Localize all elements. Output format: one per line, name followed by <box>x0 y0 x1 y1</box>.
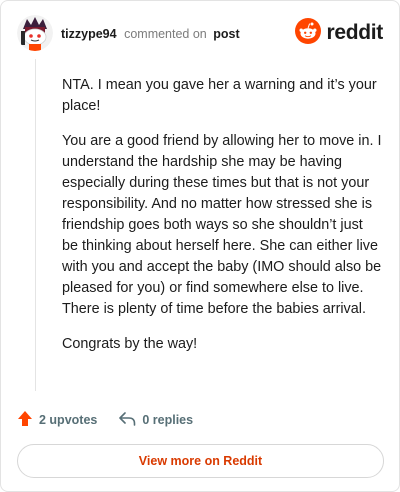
username-link[interactable]: tizzype94 <box>61 27 117 41</box>
reply-button[interactable]: 0 replies <box>119 411 194 429</box>
upvote-button[interactable]: 2 upvotes <box>17 410 97 430</box>
reddit-logo-icon <box>295 17 322 49</box>
comment-card: tizzype94 commented on post reddit NTA. … <box>0 0 400 492</box>
reply-arrow-icon <box>119 411 142 429</box>
comment-paragraph: NTA. I mean you gave her a warning and i… <box>62 77 377 114</box>
comment-actions: 2 upvotes 0 replies <box>17 409 215 431</box>
post-link[interactable]: post <box>213 27 239 41</box>
reddit-wordmark: reddit <box>326 21 383 44</box>
reply-count: 0 replies <box>142 413 194 427</box>
comment-meta: tizzype94 commented on post <box>61 27 240 41</box>
comment-paragraph: Congrats by the way! <box>62 336 198 352</box>
comment-header: tizzype94 commented on post reddit <box>17 15 383 55</box>
snoo-avatar-icon[interactable] <box>17 15 53 51</box>
comment-body: NTA. I mean you gave her a warning and i… <box>62 75 382 369</box>
upvote-count: 2 upvotes <box>39 413 98 427</box>
comment-paragraph: You are a good friend by allowing her to… <box>62 133 382 317</box>
thread-line <box>35 59 36 391</box>
upvote-arrow-icon <box>17 410 39 430</box>
comment-verb: commented on <box>124 27 207 41</box>
reddit-brand[interactable]: reddit <box>295 17 383 49</box>
view-more-button[interactable]: View more on Reddit <box>17 444 384 478</box>
